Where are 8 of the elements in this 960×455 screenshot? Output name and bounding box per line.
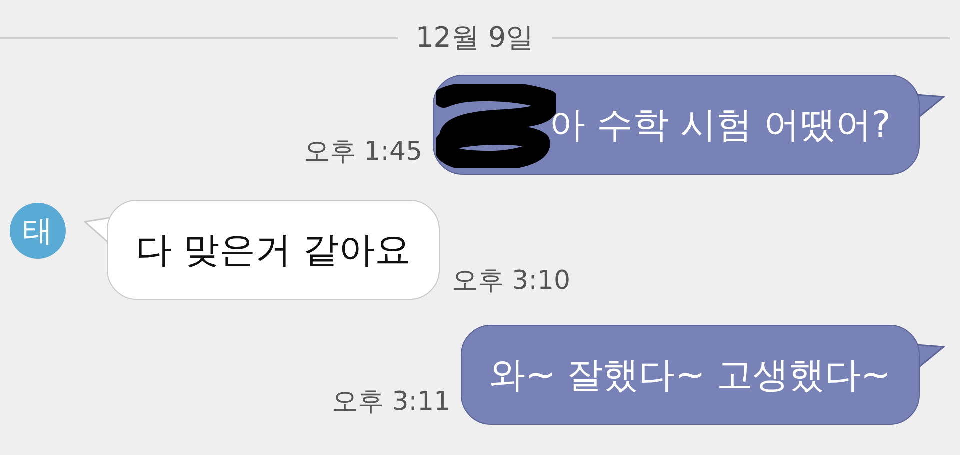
message-bubble: 와~ 잘했다~ 고생했다~	[460, 325, 920, 425]
message-time: 오후 3:10	[452, 265, 571, 298]
date-label: 12월 9일	[416, 20, 534, 56]
message-bubble: 다 맞은거 같아요	[107, 200, 440, 300]
message-time: 오후 1:45	[304, 136, 423, 169]
avatar[interactable]: 태	[10, 203, 66, 259]
message-time: 오후 3:11	[332, 386, 451, 419]
message-bubble: 아 수학 시험 어땠어?	[432, 75, 920, 175]
